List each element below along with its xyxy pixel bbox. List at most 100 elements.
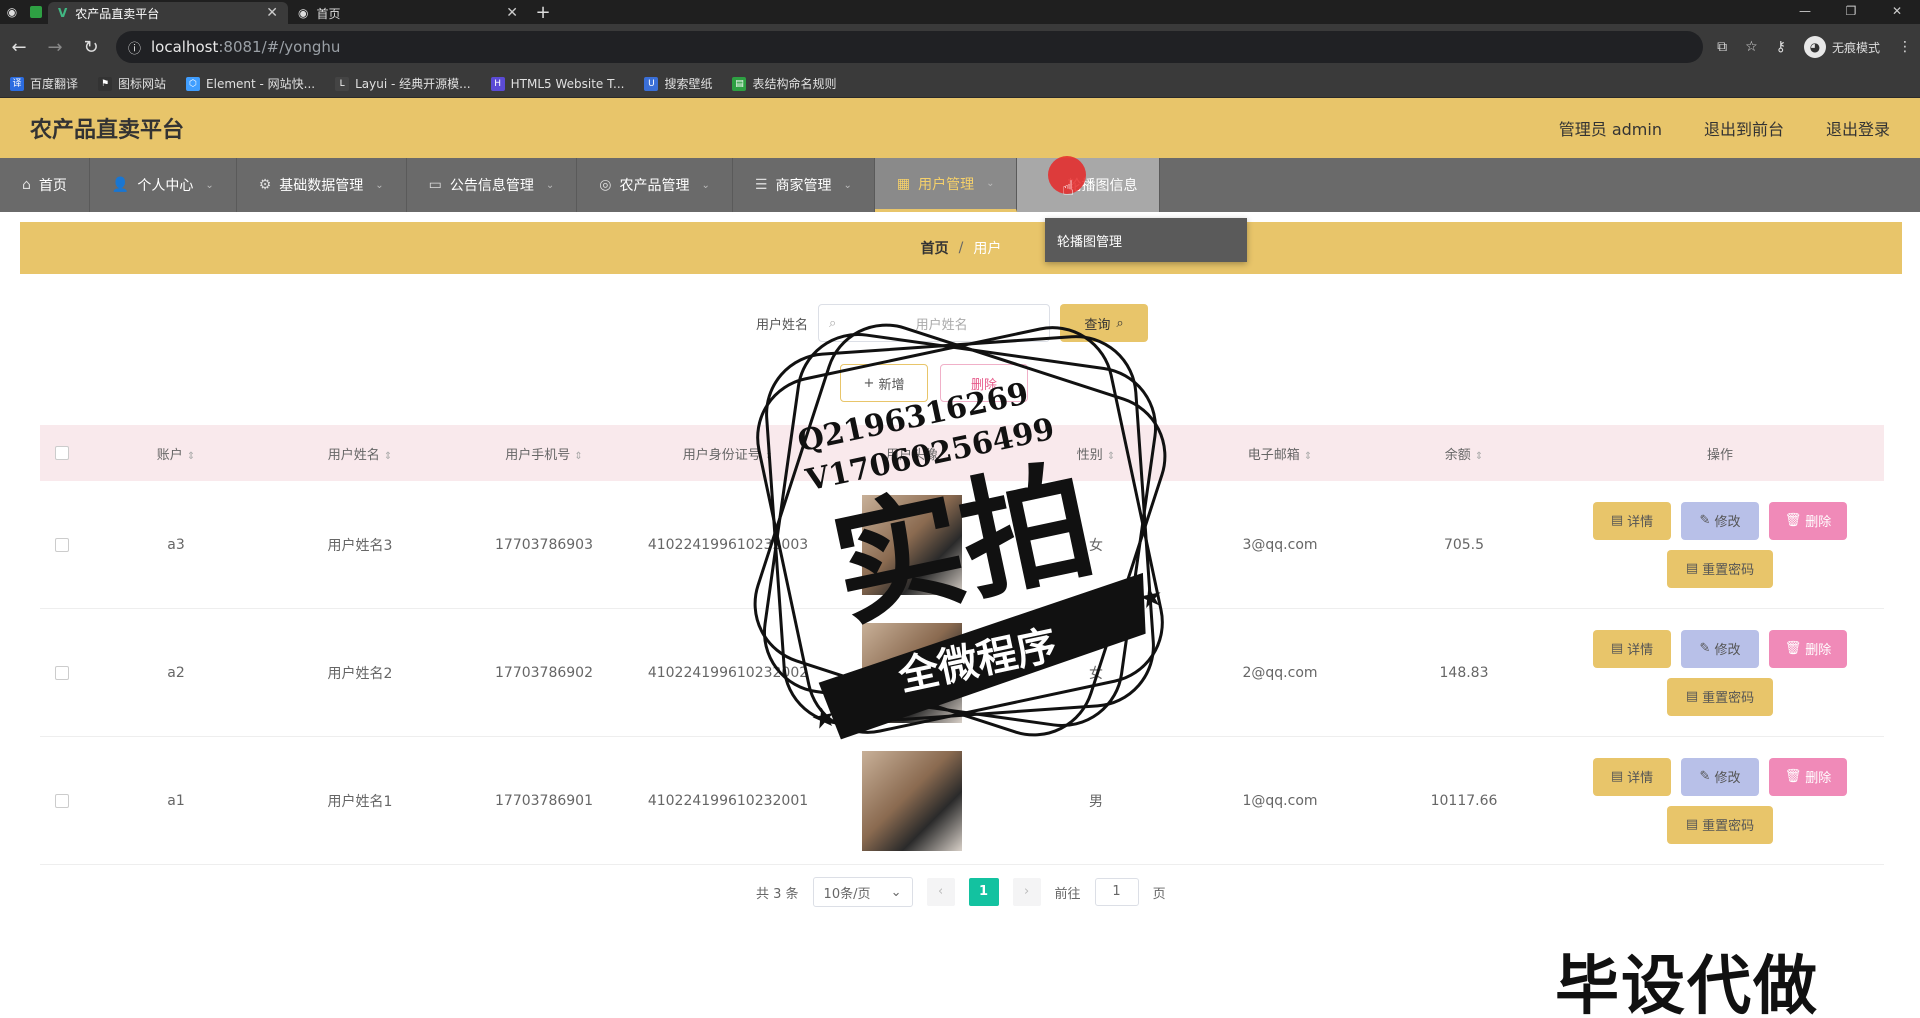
- reset-password-button[interactable]: ▤ 重置密码: [1667, 549, 1773, 588]
- bookmark-item[interactable]: 译百度翻译: [10, 75, 78, 92]
- reload-icon[interactable]: ↻: [80, 37, 102, 58]
- delete-button[interactable]: 🗑 删除: [1769, 629, 1847, 668]
- minimize-icon[interactable]: —: [1782, 0, 1828, 24]
- delete-button[interactable]: 🗑 删除: [1769, 757, 1847, 796]
- page-number-current[interactable]: 1: [968, 878, 999, 906]
- bookmark-label: Element - 网站快...: [206, 77, 316, 91]
- key-icon[interactable]: ⚷: [1776, 39, 1786, 55]
- forward-icon[interactable]: →: [44, 37, 66, 58]
- bookmark-item[interactable]: ⚑ 图标网站: [98, 75, 166, 92]
- info-icon[interactable]: ⓘ: [128, 38, 141, 57]
- submenu-carousel-manage[interactable]: 轮播图管理: [1045, 218, 1247, 262]
- bookmark-item[interactable]: H HTML5 Website T...: [490, 76, 624, 91]
- doc-icon: ▤: [1610, 641, 1624, 656]
- query-button[interactable]: 查询 ⌕: [1060, 304, 1149, 342]
- app-header: 农产品直卖平台 管理员 admin 退出到前台 退出登录: [0, 98, 1920, 158]
- incognito-badge[interactable]: ◕ 无痕模式: [1803, 36, 1880, 58]
- row-checkbox[interactable]: [55, 665, 69, 680]
- incognito-label: 无痕模式: [1831, 40, 1880, 55]
- bookmark-item[interactable]: L Layui - 经典开源模...: [335, 75, 471, 92]
- user-icon: 👤: [111, 177, 130, 193]
- star-icon[interactable]: ☆: [1745, 39, 1758, 55]
- menu-item-product[interactable]: ◎ 农产品管理 ⌄: [577, 158, 733, 212]
- main-menu: ⌂ 首页 👤 个人中心 ⌄ ⚙ 基础数据管理 ⌄ ▭ 公告信息管理 ⌄ ◎ 农产品管理 ⌄ ☰ 商家…: [0, 158, 1920, 212]
- url-path: :8081/#/yonghu: [218, 38, 341, 56]
- to-front-link[interactable]: 退出到前台: [1704, 116, 1784, 140]
- query-label: 查询: [1084, 317, 1111, 333]
- search-input[interactable]: ⌕ 用户姓名: [818, 304, 1051, 342]
- address-bar[interactable]: ⓘ localhost:8081/#/yonghu: [116, 31, 1704, 63]
- logout-link[interactable]: 退出登录: [1826, 116, 1890, 140]
- next-page-icon[interactable]: ›: [1012, 878, 1041, 906]
- prev-page-icon[interactable]: ‹: [926, 878, 955, 906]
- breadcrumb-home[interactable]: 首页: [921, 238, 949, 258]
- back-icon[interactable]: ←: [8, 37, 30, 58]
- plus-icon: +: [863, 375, 875, 391]
- window-close-icon[interactable]: ✕: [1874, 0, 1920, 24]
- menu-item-merchant[interactable]: ☰ 商家管理 ⌄: [733, 158, 875, 212]
- reset-password-button[interactable]: ▤ 重置密码: [1667, 677, 1773, 716]
- detail-button[interactable]: ▤ 详情: [1593, 501, 1671, 540]
- avatar[interactable]: [862, 494, 962, 595]
- header-sex[interactable]: 性别 ⇕: [1004, 444, 1188, 463]
- detail-button[interactable]: ▤ 详情: [1593, 757, 1671, 796]
- tab-inactive[interactable]: ◉ 首页 ✕: [288, 2, 528, 24]
- header-idcard[interactable]: 用户身份证号 ⇕: [636, 444, 820, 463]
- bookmark-item[interactable]: U 搜索壁纸: [644, 75, 712, 92]
- browser-toolbar: ← → ↻ ⓘ localhost:8081/#/yonghu ⧉ ☆ ⚷ ◕ …: [0, 24, 1920, 70]
- header-balance[interactable]: 余额 ⇕: [1372, 444, 1556, 463]
- chevron-down-icon: ⌄: [545, 179, 555, 191]
- close-icon[interactable]: ✕: [266, 5, 278, 21]
- detail-button[interactable]: ▤ 详情: [1593, 629, 1671, 668]
- close-icon[interactable]: ✕: [506, 5, 518, 21]
- menu-item-users[interactable]: ▦ 用户管理 ⌄: [874, 158, 1018, 212]
- submenu-label: 轮播图管理: [1057, 234, 1123, 250]
- edit-button[interactable]: ✎ 修改: [1681, 501, 1759, 540]
- cell-phone: 17703786901: [495, 792, 593, 809]
- reset-password-button[interactable]: ▤ 重置密码: [1667, 805, 1773, 844]
- list-icon: ☰: [754, 177, 768, 193]
- header-name[interactable]: 用户姓名 ⇕: [268, 444, 452, 463]
- new-tab-icon[interactable]: +: [528, 0, 558, 24]
- delete-button[interactable]: 🗑 删除: [1769, 501, 1847, 540]
- restore-icon[interactable]: ❐: [1828, 0, 1874, 24]
- select-all-checkbox[interactable]: [55, 446, 69, 460]
- page-size-select[interactable]: 10条/页 ⌄: [812, 877, 913, 907]
- row-checkbox[interactable]: [55, 793, 69, 808]
- layui-favicon-icon: L: [335, 76, 350, 91]
- browser-menu-icon[interactable]: ◉: [0, 0, 24, 24]
- menu-item-notice[interactable]: ▭ 公告信息管理 ⌄: [407, 158, 578, 212]
- translate-favicon-icon: 译: [10, 76, 24, 91]
- sort-icon: ⇕: [1106, 450, 1116, 462]
- action-row: + 新增 删除: [840, 364, 1028, 402]
- menu-item-profile[interactable]: 👤 个人中心 ⌄: [90, 158, 237, 212]
- menu-item-carousel[interactable]: 轮播图信息: [1017, 158, 1161, 212]
- add-label: 新增: [878, 377, 905, 393]
- delete-label: 删除: [970, 377, 997, 393]
- sort-icon: ⇕: [764, 450, 774, 462]
- tab-active[interactable]: V 农产品直卖平台 ✕: [48, 2, 288, 24]
- menu-item-home[interactable]: ⌂ 首页: [0, 158, 90, 212]
- add-button[interactable]: + 新增: [840, 364, 928, 402]
- cell-email: 3@qq.com: [1242, 536, 1318, 553]
- avatar[interactable]: [862, 622, 962, 723]
- edit-button[interactable]: ✎ 修改: [1681, 629, 1759, 668]
- kebab-menu-icon[interactable]: ⋮: [1898, 39, 1912, 55]
- batch-delete-button[interactable]: 删除: [940, 364, 1028, 402]
- cell-phone: 17703786903: [495, 536, 593, 553]
- bookmark-item[interactable]: ▤ 表结构命名规则: [732, 75, 836, 92]
- flag-favicon-icon: ⚑: [98, 76, 113, 91]
- cell-idcard: 410224199610232002: [647, 664, 809, 681]
- translate-icon[interactable]: ⧉: [1717, 39, 1727, 55]
- row-checkbox[interactable]: [55, 537, 69, 552]
- goto-input[interactable]: 1: [1094, 878, 1139, 906]
- menu-item-basic-data[interactable]: ⚙ 基础数据管理 ⌄: [237, 158, 407, 212]
- header-phone[interactable]: 用户手机号 ⇕: [452, 444, 636, 463]
- bookmark-item[interactable]: ⬡ Element - 网站快...: [186, 75, 315, 92]
- edit-button[interactable]: ✎ 修改: [1681, 757, 1759, 796]
- header-account[interactable]: 账户 ⇕: [84, 444, 268, 463]
- avatar[interactable]: [862, 750, 962, 851]
- cell-email: 2@qq.com: [1242, 664, 1318, 681]
- header-ops: 操作: [1706, 447, 1733, 463]
- header-email[interactable]: 电子邮箱 ⇕: [1188, 444, 1372, 463]
